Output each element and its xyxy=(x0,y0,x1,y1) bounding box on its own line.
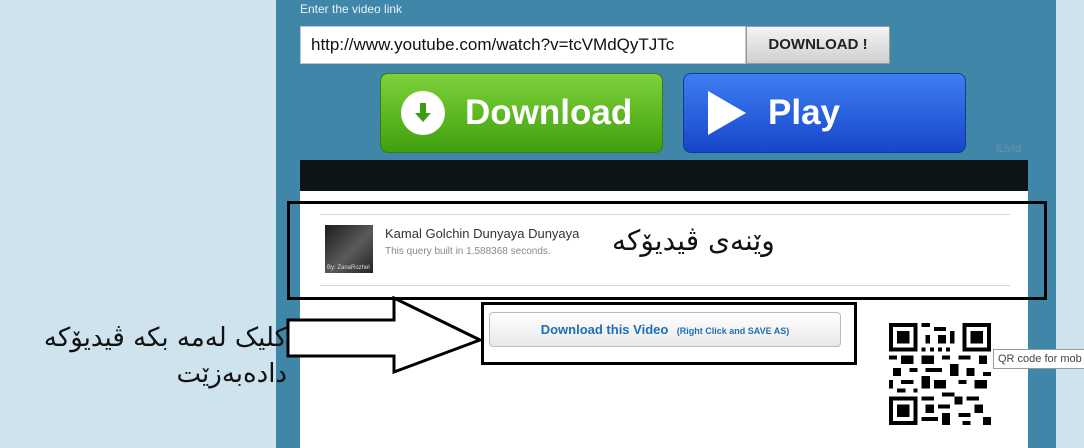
annotation-arrow-icon xyxy=(286,296,484,375)
brand-label: iLivid xyxy=(996,143,1022,155)
play-button[interactable]: Play xyxy=(683,73,966,153)
download-submit-button[interactable]: DOWNLOAD ! xyxy=(746,26,890,64)
play-triangle-icon xyxy=(708,91,746,135)
download-video-label: Download this Video xyxy=(540,322,669,337)
click-annotation-line1: کلیک لەمە بکە ڤیدیۆکە xyxy=(43,323,287,353)
play-button-label: Play xyxy=(768,93,840,132)
video-url-input[interactable] xyxy=(300,26,746,64)
annotation-box-video xyxy=(287,201,1047,300)
click-annotation-line2: دادەبەزێت xyxy=(176,359,288,389)
qr-tooltip: QR code for mob xyxy=(993,349,1084,369)
download-button[interactable]: Download xyxy=(380,73,663,153)
result-header-bar xyxy=(300,160,1028,191)
url-label: Enter the video link xyxy=(300,2,403,16)
click-annotation: کلیک لەمە بکە ڤیدیۆکە دادەبەزێت xyxy=(12,320,287,392)
download-button-label: Download xyxy=(465,93,633,132)
download-video-hint: (Right Click and SAVE AS) xyxy=(676,326,790,336)
qr-code-icon xyxy=(889,323,991,425)
download-arrow-icon xyxy=(401,91,445,135)
download-video-link[interactable]: Download this Video (Right Click and SAV… xyxy=(489,312,841,347)
